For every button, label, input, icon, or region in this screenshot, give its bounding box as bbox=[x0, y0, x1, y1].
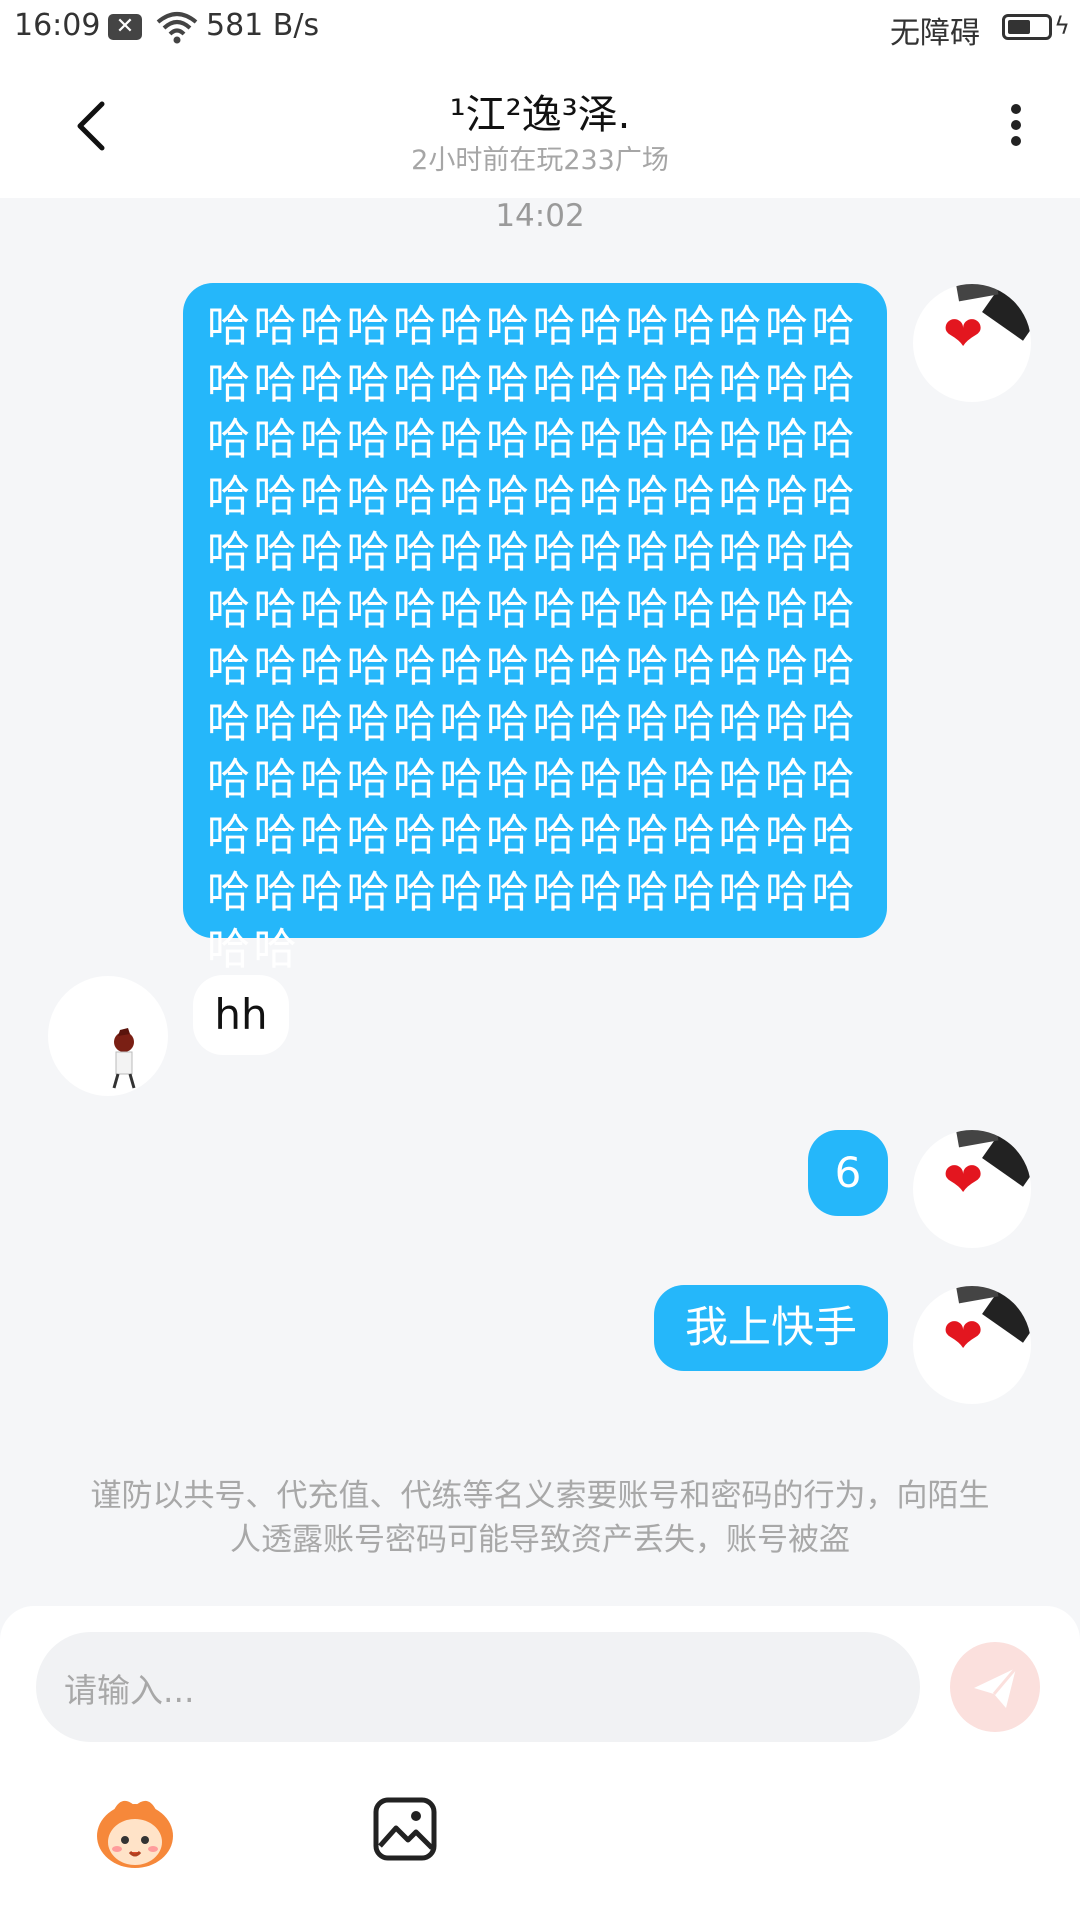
my-avatar[interactable]: ❤ bbox=[913, 1286, 1031, 1404]
contact-avatar[interactable] bbox=[48, 976, 168, 1096]
paper-plane-icon bbox=[974, 1667, 1018, 1708]
contact-status: 2小时前在玩233广场 bbox=[411, 145, 669, 176]
heart-icon: ❤ bbox=[943, 1308, 984, 1364]
composer-panel: 请输入... bbox=[0, 1606, 1080, 1920]
emoji-mascot-icon[interactable] bbox=[92, 1794, 178, 1872]
image-icon[interactable] bbox=[372, 1796, 438, 1862]
battery-charging-icon bbox=[1002, 14, 1052, 40]
close-notification-icon: ✕ bbox=[108, 14, 142, 40]
safety-notice: 谨防以共号、代充值、代练等名义索要账号和密码的行为，向陌生人透露账号密码可能导致… bbox=[90, 1478, 990, 1558]
message-input[interactable]: 请输入... bbox=[36, 1632, 920, 1742]
my-avatar[interactable]: ❤ bbox=[913, 1130, 1031, 1248]
message-timestamp: 14:02 bbox=[495, 198, 585, 234]
heart-icon: ❤ bbox=[943, 1152, 984, 1208]
charging-bolt-icon: ϟ bbox=[1054, 12, 1070, 40]
status-time: 16:09 bbox=[14, 8, 101, 43]
send-button[interactable] bbox=[950, 1642, 1040, 1732]
status-bar: 16:09 ✕ 581 B/s 无障碍 ϟ bbox=[0, 0, 1080, 54]
network-speed: 581 B/s bbox=[206, 8, 320, 43]
character-icon bbox=[112, 1028, 136, 1089]
message-bubble-outgoing[interactable]: 我上快手 bbox=[654, 1285, 888, 1371]
contact-name: ¹江²逸³泽. bbox=[449, 92, 631, 138]
heart-icon: ❤ bbox=[943, 306, 984, 362]
message-bubble-incoming[interactable]: hh bbox=[193, 975, 289, 1055]
chat-header: ¹江²逸³泽. 2小时前在玩233广场 bbox=[0, 54, 1080, 198]
message-bubble-outgoing[interactable]: 6 bbox=[808, 1130, 888, 1216]
my-avatar[interactable]: ❤ bbox=[913, 284, 1031, 402]
message-bubble-outgoing[interactable]: 哈哈哈哈哈哈哈哈哈哈哈哈哈哈哈哈哈哈哈哈哈哈哈哈哈哈哈哈哈哈哈哈哈哈哈哈哈哈哈哈… bbox=[183, 283, 887, 975]
accessibility-label: 无障碍 bbox=[890, 16, 980, 51]
more-vertical-icon[interactable] bbox=[996, 98, 1036, 158]
input-placeholder: 请输入... bbox=[64, 1671, 195, 1710]
wifi-icon bbox=[156, 12, 198, 44]
